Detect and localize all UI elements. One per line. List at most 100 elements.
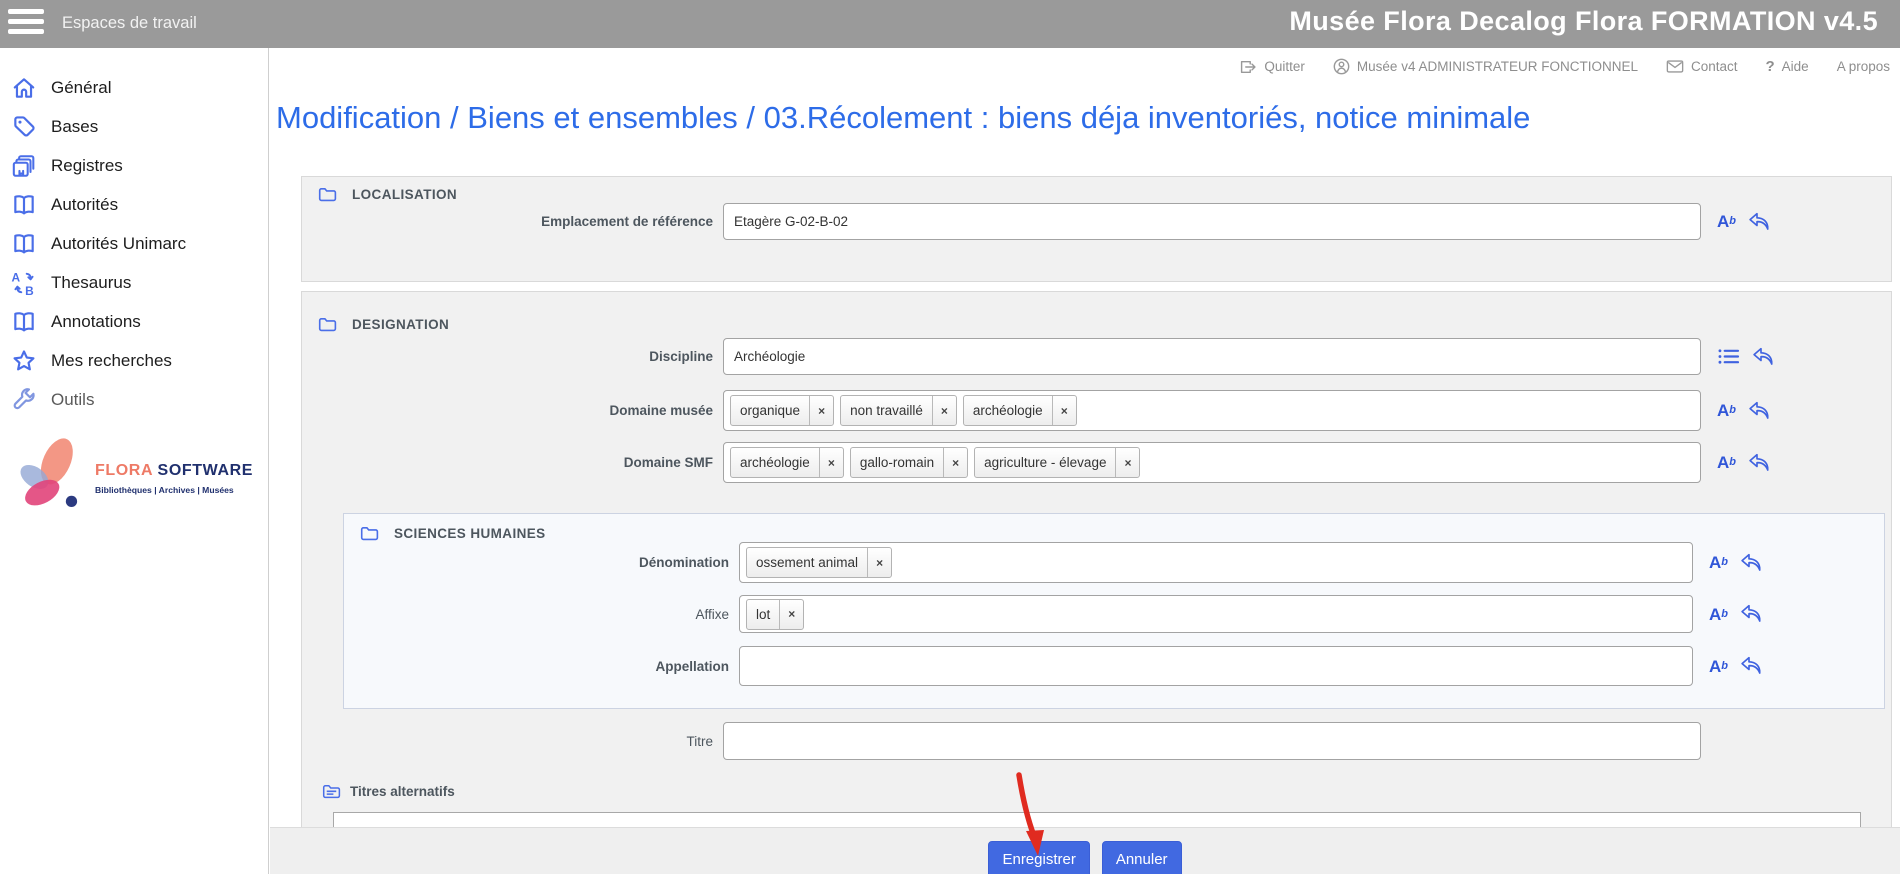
tag-chip: organique× xyxy=(730,395,834,426)
contact-link[interactable]: Contact xyxy=(1666,59,1738,74)
sciences-humaines-section-header: SCIENCES HUMAINES xyxy=(360,525,546,542)
apropos-link[interactable]: A propos xyxy=(1837,59,1890,74)
domaine-smf-label: Domaine SMF xyxy=(330,455,723,470)
star-icon xyxy=(10,348,38,374)
text-assist-icon[interactable]: Ab xyxy=(1709,658,1728,675)
sidebar-item-label: Registres xyxy=(51,156,123,176)
tag-chip: ossement animal× xyxy=(746,547,892,578)
brand-tagline: Bibliothèques | Archives | Musées xyxy=(95,485,234,495)
section-title: DESIGNATION xyxy=(352,317,449,332)
affixe-label: Affixe xyxy=(360,607,739,622)
domaine-musee-tagbox[interactable]: organique× non travaillé× archéologie× xyxy=(723,390,1701,431)
domaine-smf-row: Domaine SMF archéologie× gallo-romain× a… xyxy=(330,442,1770,483)
emplacement-input[interactable] xyxy=(723,203,1701,240)
remove-tag-icon[interactable]: × xyxy=(867,548,891,577)
folder-icon[interactable] xyxy=(360,525,379,542)
domaine-musee-row: Domaine musée organique× non travaillé× … xyxy=(330,390,1770,431)
home-icon xyxy=(10,75,38,101)
open-book-icon xyxy=(10,192,38,218)
domaine-musee-label: Domaine musée xyxy=(330,403,723,418)
discipline-input[interactable] xyxy=(723,338,1701,375)
aide-link[interactable]: ? Aide xyxy=(1766,58,1809,75)
header-links: Quitter Musée v4 ADMINISTRATEUR FONCTION… xyxy=(1239,58,1890,75)
text-assist-icon[interactable]: Ab xyxy=(1717,213,1736,230)
text-assist-icon[interactable]: Ab xyxy=(1717,402,1736,419)
appellation-row: Appellation Ab xyxy=(360,646,1762,686)
quitter-link[interactable]: Quitter xyxy=(1239,59,1305,75)
sidebar-item-annotations[interactable]: Annotations xyxy=(0,302,268,341)
appellation-input[interactable] xyxy=(739,646,1693,686)
undo-icon[interactable] xyxy=(1748,401,1770,421)
folder-icon[interactable] xyxy=(318,316,337,333)
hamburger-menu-icon[interactable] xyxy=(8,9,48,39)
tag-icon xyxy=(10,114,38,140)
denomination-label: Dénomination xyxy=(360,555,739,570)
emplacement-row: Emplacement de référence Ab xyxy=(330,203,1770,240)
denomination-tagbox[interactable]: ossement animal× xyxy=(739,542,1693,583)
tag-chip: agriculture - élevage× xyxy=(974,447,1140,478)
undo-icon[interactable] xyxy=(1740,656,1762,676)
sidebar-item-label: Annotations xyxy=(51,312,141,332)
page-title: Modification / Biens et ensembles / 03.R… xyxy=(276,100,1530,136)
exit-icon xyxy=(1239,59,1257,75)
sidebar-item-general[interactable]: Général xyxy=(0,68,268,107)
sidebar-item-mes-recherches[interactable]: Mes recherches xyxy=(0,341,268,380)
sidebar-item-autorites-unimarc[interactable]: Autorités Unimarc xyxy=(0,224,268,263)
undo-icon[interactable] xyxy=(1752,347,1774,367)
sidebar-item-thesaurus[interactable]: AB Thesaurus xyxy=(0,263,268,302)
remove-tag-icon[interactable]: × xyxy=(809,396,833,425)
text-assist-icon[interactable]: Ab xyxy=(1717,454,1736,471)
main-content: Quitter Musée v4 ADMINISTRATEUR FONCTION… xyxy=(270,48,1900,874)
flora-flower-icon xyxy=(12,435,90,517)
sidebar-item-outils[interactable]: Outils xyxy=(0,380,268,419)
svg-text:A: A xyxy=(12,270,21,284)
localisation-section-header: LOCALISATION xyxy=(318,186,457,203)
undo-icon[interactable] xyxy=(1740,553,1762,573)
text-assist-icon[interactable]: Ab xyxy=(1709,554,1728,571)
save-button[interactable]: Enregistrer xyxy=(988,841,1089,874)
sidebar-item-registres[interactable]: Registres xyxy=(0,146,268,185)
domaine-smf-tagbox[interactable]: archéologie× gallo-romain× agriculture -… xyxy=(723,442,1701,483)
affixe-row: Affixe lot× Ab xyxy=(360,595,1762,633)
sidebar-item-label: Bases xyxy=(51,117,98,137)
undo-icon[interactable] xyxy=(1740,604,1762,624)
denomination-row: Dénomination ossement animal× Ab xyxy=(360,542,1762,583)
sidebar-item-label: Autorités xyxy=(51,195,118,215)
folder-icon[interactable] xyxy=(318,186,337,203)
question-icon: ? xyxy=(1766,58,1775,75)
remove-tag-icon[interactable]: × xyxy=(1115,448,1139,477)
remove-tag-icon[interactable]: × xyxy=(932,396,956,425)
list-lookup-icon[interactable] xyxy=(1717,347,1740,366)
remove-tag-icon[interactable]: × xyxy=(1052,396,1076,425)
mail-icon xyxy=(1666,59,1684,74)
affixe-tagbox[interactable]: lot× xyxy=(739,595,1693,633)
undo-icon[interactable] xyxy=(1748,212,1770,232)
titre-label: Titre xyxy=(330,734,723,749)
titres-alternatifs-header[interactable]: Titres alternatifs xyxy=(322,783,455,800)
action-bar: Enregistrer Annuler xyxy=(270,827,1900,874)
open-book-icon xyxy=(10,231,38,257)
remove-tag-icon[interactable]: × xyxy=(779,600,803,629)
brand-name: FLORA SOFTWARE xyxy=(95,462,253,480)
undo-icon[interactable] xyxy=(1748,453,1770,473)
sidebar-item-bases[interactable]: Bases xyxy=(0,107,268,146)
remove-tag-icon[interactable]: × xyxy=(943,448,967,477)
topbar: Espaces de travail Musée Flora Decalog F… xyxy=(0,0,1900,48)
section-title: SCIENCES HUMAINES xyxy=(394,526,546,541)
tag-chip: archéologie× xyxy=(963,395,1077,426)
sidebar-nav: Général Bases Registres Autorités Autori… xyxy=(0,48,268,419)
svg-text:B: B xyxy=(25,283,34,295)
folder-list-icon xyxy=(322,783,341,800)
user-icon xyxy=(1333,58,1350,75)
app-title: Musée Flora Decalog Flora FORMATION v4.5 xyxy=(1289,6,1878,37)
titre-input[interactable] xyxy=(723,722,1701,760)
workspace-label[interactable]: Espaces de travail xyxy=(62,14,197,33)
remove-tag-icon[interactable]: × xyxy=(819,448,843,477)
registers-icon xyxy=(10,153,38,179)
appellation-label: Appellation xyxy=(360,659,739,674)
user-account-link[interactable]: Musée v4 ADMINISTRATEUR FONCTIONNEL xyxy=(1333,58,1638,75)
sidebar-item-autorites[interactable]: Autorités xyxy=(0,185,268,224)
text-assist-icon[interactable]: Ab xyxy=(1709,606,1728,623)
wrench-icon xyxy=(10,387,38,413)
cancel-button[interactable]: Annuler xyxy=(1102,841,1182,874)
